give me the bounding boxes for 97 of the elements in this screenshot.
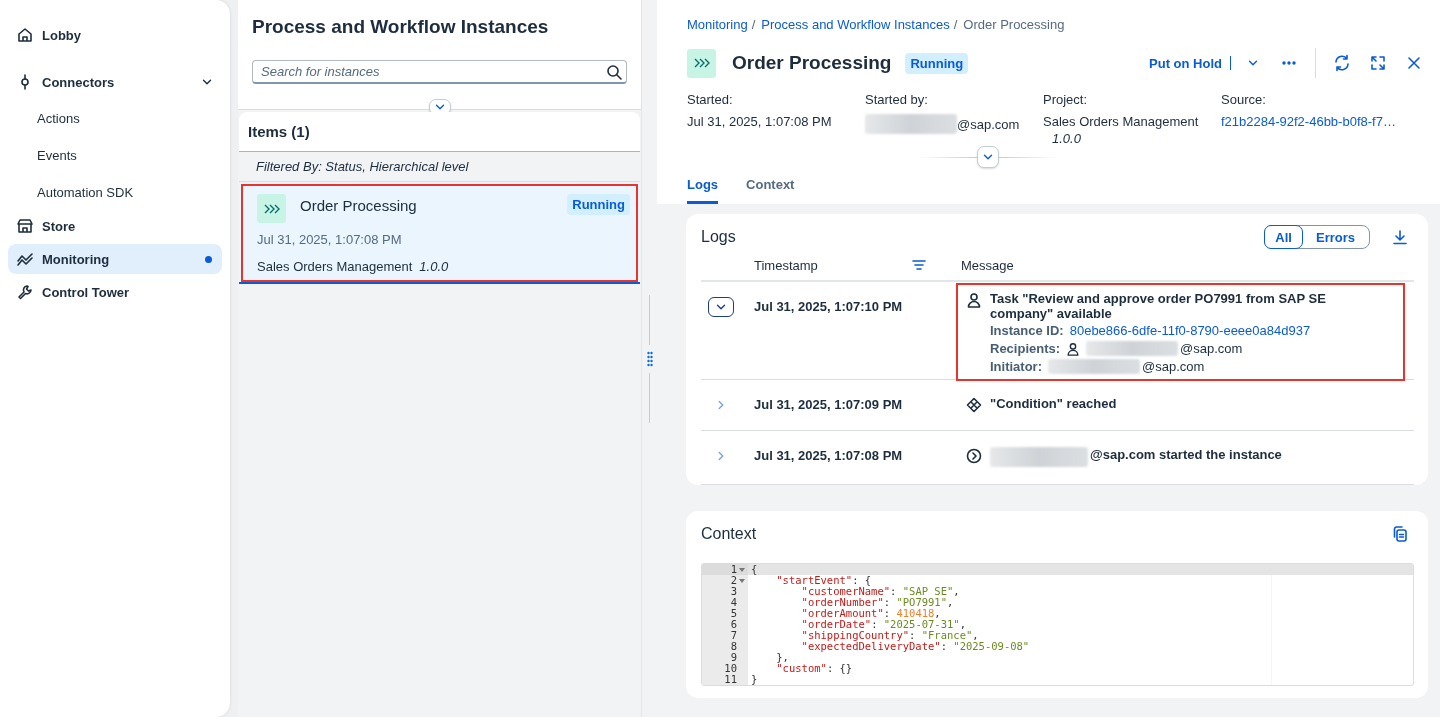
detail-value: @sap.com <box>1142 358 1205 375</box>
breadcrumb-link[interactable]: Process and Workflow Instances <box>761 17 950 32</box>
code-line: "orderAmount": 410418, <box>800 608 942 619</box>
sort-icon <box>910 257 927 273</box>
code-line: "customerName": "SAP SE", <box>800 586 961 597</box>
code-line: "custom": {} <box>775 663 854 674</box>
nav-item[interactable]: Lobby <box>8 20 222 50</box>
nav-item[interactable]: Monitoring <box>8 244 222 274</box>
code-line: "orderDate": "2025-07-31", <box>800 619 967 630</box>
line-number: 1 <box>730 564 737 575</box>
instance-item[interactable]: Order Processing Running Jul 31, 2025, 1:07:08 PM Sales Orders Management 1.0.0 <box>239 182 640 284</box>
page-title: Process and Workflow Instances <box>252 16 549 38</box>
line-number: 10 <box>724 663 737 674</box>
code-editor[interactable] <box>701 563 1414 686</box>
line-number: 3 <box>730 586 737 597</box>
code-line: "startEvent": { <box>775 575 873 586</box>
code-line: }, <box>775 652 790 663</box>
code-line: } <box>750 674 759 685</box>
column-header: Message <box>961 257 1015 273</box>
project-version: 1.0.0 <box>419 259 449 274</box>
field-label: Project: <box>1043 92 1089 107</box>
search-icon[interactable] <box>606 64 622 80</box>
expand-icon <box>1369 54 1387 72</box>
chart-line-icon <box>16 250 34 268</box>
field-label: Started: <box>687 92 734 107</box>
tab[interactable]: Context <box>746 168 795 204</box>
section-title: Logs <box>701 228 736 246</box>
section-title: Context <box>701 525 757 543</box>
line-number: 9 <box>730 652 737 663</box>
line-number: 5 <box>730 608 737 619</box>
diamond-icon <box>966 397 982 413</box>
filter-toggle[interactable]: Errors <box>1301 226 1369 248</box>
code-line: "orderNumber": "PO7991", <box>800 597 955 608</box>
process-icon <box>257 194 286 223</box>
line-number: 2 <box>730 575 737 586</box>
line-number: 8 <box>730 641 737 652</box>
line-number: 11 <box>724 674 737 685</box>
project-name: Sales Orders Management <box>257 259 413 274</box>
expand-header-button[interactable] <box>976 146 999 168</box>
breadcrumb-separator: / <box>953 17 958 32</box>
copy-icon <box>1392 526 1408 542</box>
breadcrumb-link[interactable]: Monitoring <box>687 17 748 32</box>
instance-title: Order Processing <box>300 196 418 214</box>
line-number: 6 <box>730 619 737 630</box>
breadcrumb-current: Order Processing <box>963 17 1065 32</box>
field-label: Source: <box>1221 92 1267 107</box>
house-icon <box>16 26 34 44</box>
resize-handle-icon[interactable] <box>646 350 653 367</box>
line-number: 7 <box>730 630 737 641</box>
log-message: @sap.com started the instance <box>1090 447 1282 462</box>
detail-label: Recipients: <box>990 340 1061 357</box>
put-on-hold-button[interactable]: Put on Hold <box>1145 56 1231 70</box>
nav-subitem[interactable]: Events <box>8 137 222 174</box>
source-link[interactable]: f21b2284-92f2-46bb-b0f8-f7… <box>1221 114 1396 129</box>
filter-toggle[interactable]: All <box>1264 225 1303 249</box>
code-line: "expectedDeliveryDate": "2025-09-08" <box>800 641 1031 652</box>
notification-dot <box>205 255 212 263</box>
log-message: "Condition" reached <box>990 396 1117 411</box>
instance-id-link[interactable]: 80ebe866-6dfe-11f0-8790-eeee0a84d937 <box>1069 322 1311 339</box>
field-value: @sap.com <box>957 116 1020 132</box>
person-icon <box>966 292 982 308</box>
log-timestamp: Jul 31, 2025, 1:07:08 PM <box>754 447 904 465</box>
log-timestamp: Jul 31, 2025, 1:07:10 PM <box>754 298 904 316</box>
list-title: Items (1) <box>239 112 640 152</box>
field-value: Sales Orders Management <box>1043 114 1199 129</box>
fold-icon[interactable] <box>739 579 745 583</box>
expand-row-button[interactable] <box>708 297 734 317</box>
field-label: Started by: <box>865 92 929 107</box>
detail-label: Initiator: <box>990 358 1042 375</box>
play-circle-icon <box>966 448 982 464</box>
nav-item[interactable]: Store <box>8 211 222 241</box>
status-badge: Running <box>567 194 630 215</box>
nav-subitem[interactable]: Actions <box>8 100 222 137</box>
project-version: 1.0.0 <box>1052 131 1082 146</box>
breadcrumb-separator: / <box>751 17 756 32</box>
code-line: "shippingCountry": "France", <box>800 630 979 641</box>
close-icon <box>1406 55 1422 71</box>
detail-label: Instance ID: <box>990 322 1064 339</box>
nav-subitem[interactable]: Automation SDK <box>8 174 222 211</box>
detail-value: @sap.com <box>1180 340 1243 357</box>
log-timestamp: Jul 31, 2025, 1:07:09 PM <box>754 396 904 414</box>
wrench-icon <box>16 283 34 301</box>
nav-item[interactable]: Control Tower <box>8 277 222 307</box>
nav-item[interactable]: Connectors <box>8 67 222 97</box>
column-header: Timestamp <box>754 257 818 273</box>
line-number: 4 <box>730 597 737 608</box>
tab[interactable]: Logs <box>687 168 719 204</box>
process-icon <box>687 48 716 78</box>
search-field[interactable]: Search for instances <box>252 60 627 84</box>
download-icon <box>1392 229 1408 245</box>
log-message: Task "Review and approve order PO7991 from SAP SE company" available <box>990 291 1327 321</box>
object-title: Order Processing <box>732 52 892 74</box>
status-badge: Running <box>905 52 969 74</box>
instance-date: Jul 31, 2025, 1:07:08 PM <box>257 232 403 247</box>
store-icon <box>16 217 34 235</box>
field-value: Jul 31, 2025, 1:07:08 PM <box>687 114 832 129</box>
refresh-icon <box>1333 54 1351 72</box>
